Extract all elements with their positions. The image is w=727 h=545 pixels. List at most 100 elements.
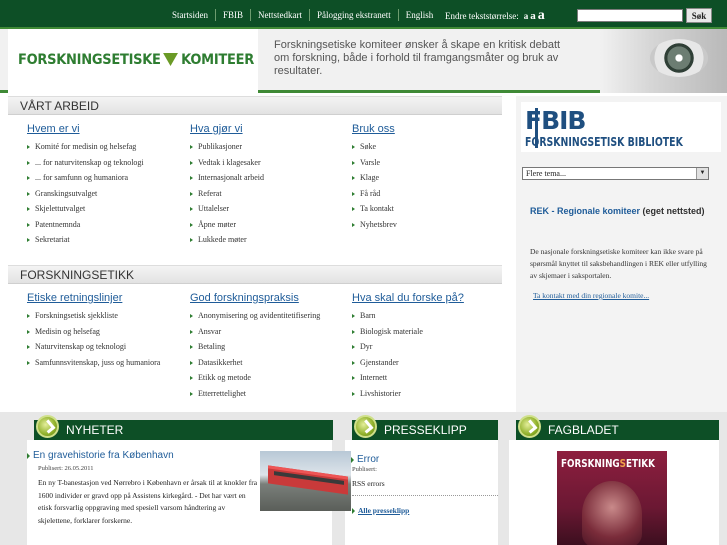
list-item[interactable]: Komité for medisin og helsefag xyxy=(27,139,187,155)
magazine-cover-image xyxy=(582,481,642,545)
list-item[interactable]: Internasjonalt arbeid xyxy=(190,170,350,186)
text-size-small-button[interactable]: a xyxy=(524,11,529,21)
list-item[interactable]: Anonymisering og avidentitetifisering xyxy=(190,308,350,324)
site-logo[interactable]: FORSKNINGSETISKE KOMITEER xyxy=(8,29,258,93)
logo-triangle-icon xyxy=(163,53,179,66)
theme-select-value: Flere tema... xyxy=(526,169,566,178)
press-divider xyxy=(352,495,498,496)
list-item[interactable]: Etterrettelighet xyxy=(190,386,350,402)
fbib-logo[interactable]: FBIB FORSKNINGSETISK BIBLIOTEK xyxy=(521,102,721,152)
list-item[interactable]: Betaling xyxy=(190,339,350,355)
header-eye-image xyxy=(600,29,727,93)
list-item[interactable]: Barn xyxy=(352,308,512,324)
section-heading-forskningsetikk: FORSKNINGSETIKK xyxy=(8,265,502,284)
fagbladet-heading: FAGBLADET xyxy=(548,423,619,437)
news-train-image[interactable] xyxy=(260,451,351,511)
list-item[interactable]: Datasikkerhet xyxy=(190,355,350,371)
list-item[interactable]: Samfunnsvitenskap, juss og humaniora xyxy=(27,355,187,371)
news-date: Publisert: 26.05.2011 xyxy=(38,465,94,472)
list-item[interactable]: Granskingsutvalget xyxy=(27,186,187,202)
header-tagline: Forskningsetiske komiteer ønsker å skape… xyxy=(274,39,561,77)
heading-god-forskningspraksis-link[interactable]: God forskningspraksis xyxy=(190,292,350,304)
list-item[interactable]: Åpne møter xyxy=(190,217,350,233)
heading-bruk-oss-link[interactable]: Bruk oss xyxy=(352,123,512,135)
all-press-clips-link[interactable]: Alle presseklipp xyxy=(352,506,409,515)
list-item[interactable]: Forskningsetisk sjekkliste xyxy=(27,308,187,324)
list-item[interactable]: Patentnemnda xyxy=(27,217,187,233)
list-item[interactable]: ... for samfunn og humaniora xyxy=(27,170,187,186)
column-bruk-oss: Bruk oss Søke Varsle Klage Få råd Ta kon… xyxy=(352,123,512,232)
text-size-control: Endre tekststørrelse: a a a xyxy=(445,8,545,24)
magazine-cover[interactable]: FORSKNINGSETIKK xyxy=(557,451,667,545)
nav-startsiden-link[interactable]: Startsiden xyxy=(165,8,216,21)
list-item[interactable]: Lukkede møter xyxy=(190,232,350,248)
presseklipp-heading: PRESSEKLIPP xyxy=(384,423,467,437)
text-size-medium-button[interactable]: a xyxy=(530,10,536,22)
fbib-logo-subtitle: FORSKNINGSETISK BIBLIOTEK xyxy=(525,135,683,149)
list-item[interactable]: Uttalelser xyxy=(190,201,350,217)
heading-hva-gjor-vi-link[interactable]: Hva gjør vi xyxy=(190,123,350,135)
list-item[interactable]: Varsle xyxy=(352,155,512,171)
list-item[interactable]: Ansvar xyxy=(190,324,350,340)
search-input[interactable] xyxy=(577,9,683,22)
text-size-large-button[interactable]: a xyxy=(538,8,545,24)
news-title-link[interactable]: En gravehistorie fra København xyxy=(27,450,174,461)
nav-english-link[interactable]: English xyxy=(399,9,441,21)
list-item[interactable]: Sekretariat xyxy=(27,232,187,248)
check-icon xyxy=(354,415,377,438)
rek-description: De nasjonale forskningsetiske komiteer k… xyxy=(530,247,707,280)
list-item[interactable]: Referat xyxy=(190,186,350,202)
column-hva-skal-du-forske-pa: Hva skal du forske på? Barn Biologisk ma… xyxy=(352,292,512,401)
list-item[interactable]: Internett xyxy=(352,370,512,386)
list-item[interactable]: Ta kontakt xyxy=(352,201,512,217)
list-item[interactable]: Vedtak i klagesaker xyxy=(190,155,350,171)
nav-fbib-link[interactable]: FBIB xyxy=(216,8,252,21)
list-item[interactable]: Søke xyxy=(352,139,512,155)
list-item[interactable]: Få råd xyxy=(352,186,512,202)
list-item[interactable]: Skjelettutvalget xyxy=(27,201,187,217)
list-item[interactable]: Gjenstander xyxy=(352,355,512,371)
list-item[interactable]: Medisin og helsefag xyxy=(27,324,187,340)
column-hva-gjor-vi: Hva gjør vi Publikasjoner Vedtak i klage… xyxy=(190,123,350,248)
press-error-link[interactable]: Error xyxy=(351,454,379,465)
heading-etiske-retningslinjer-link[interactable]: Etiske retningslinjer xyxy=(27,292,187,304)
list-item[interactable]: Dyr xyxy=(352,339,512,355)
search-button[interactable]: Søk xyxy=(686,8,712,23)
column-etiske-retningslinjer: Etiske retningslinjer Forskningsetisk sj… xyxy=(27,292,187,370)
list-item[interactable]: Etikk og metode xyxy=(190,370,350,386)
top-navigation-bar: Startsiden FBIB Nettstedkart Pålogging e… xyxy=(0,0,727,29)
right-sidebar: FBIB FORSKNINGSETISK BIBLIOTEK Flere tem… xyxy=(516,96,727,412)
rek-heading-note: (eget nettsted) xyxy=(642,206,705,216)
check-icon xyxy=(518,415,541,438)
main-content: VÅRT ARBEID Hvem er vi Komité for medisi… xyxy=(8,96,502,412)
site-logo-text: FORSKNINGSETISKE KOMITEER xyxy=(18,52,254,68)
list-item[interactable]: Livshistorier xyxy=(352,386,512,402)
column-god-forskningspraksis: God forskningspraksis Anonymisering og a… xyxy=(190,292,350,401)
column-hvem-er-vi: Hvem er vi Komité for medisin og helsefa… xyxy=(27,123,187,248)
list-item[interactable]: Klage xyxy=(352,170,512,186)
list-item[interactable]: Biologisk materiale xyxy=(352,324,512,340)
rek-heading: REK - Regionale komiteer (eget nettsted) xyxy=(530,204,710,218)
press-rss-errors: RSS errors xyxy=(352,479,385,488)
rek-contact-link[interactable]: Ta kontakt med din regionale komite... xyxy=(533,291,649,300)
list-item[interactable]: Nyhetsbrev xyxy=(352,217,512,233)
presseklipp-header: PRESSEKLIPP xyxy=(352,415,498,440)
site-header: FORSKNINGSETISKE KOMITEER Forskningsetisk… xyxy=(0,29,727,93)
list-item[interactable]: ... for naturvitenskap og teknologi xyxy=(27,155,187,171)
heading-hvem-er-vi-link[interactable]: Hvem er vi xyxy=(27,123,187,135)
theme-select[interactable]: Flere tema... ▼ xyxy=(522,167,709,180)
nav-nettstedkart-link[interactable]: Nettstedkart xyxy=(251,8,311,21)
list-item[interactable]: Naturvitenskap og teknologi xyxy=(27,339,187,355)
nyheter-header: NYHETER xyxy=(34,415,333,440)
list-item[interactable]: Publikasjoner xyxy=(190,139,350,155)
press-published-label: Publisert: xyxy=(352,466,377,473)
nav-palogging-link[interactable]: Pålogging ekstranett xyxy=(310,8,399,21)
chevron-down-icon: ▼ xyxy=(696,168,708,179)
check-icon xyxy=(36,415,59,438)
text-size-label: Endre tekststørrelse: xyxy=(445,11,519,21)
rek-heading-link[interactable]: REK - Regionale komiteer xyxy=(530,206,640,216)
news-body: En ny T-banestasjon ved Nørrebro i Køben… xyxy=(38,478,258,525)
fagbladet-header: FAGBLADET xyxy=(516,415,719,440)
top-nav-links: Startsiden FBIB Nettstedkart Pålogging e… xyxy=(165,0,440,29)
heading-hva-skal-du-forske-pa-link[interactable]: Hva skal du forske på? xyxy=(352,292,512,304)
